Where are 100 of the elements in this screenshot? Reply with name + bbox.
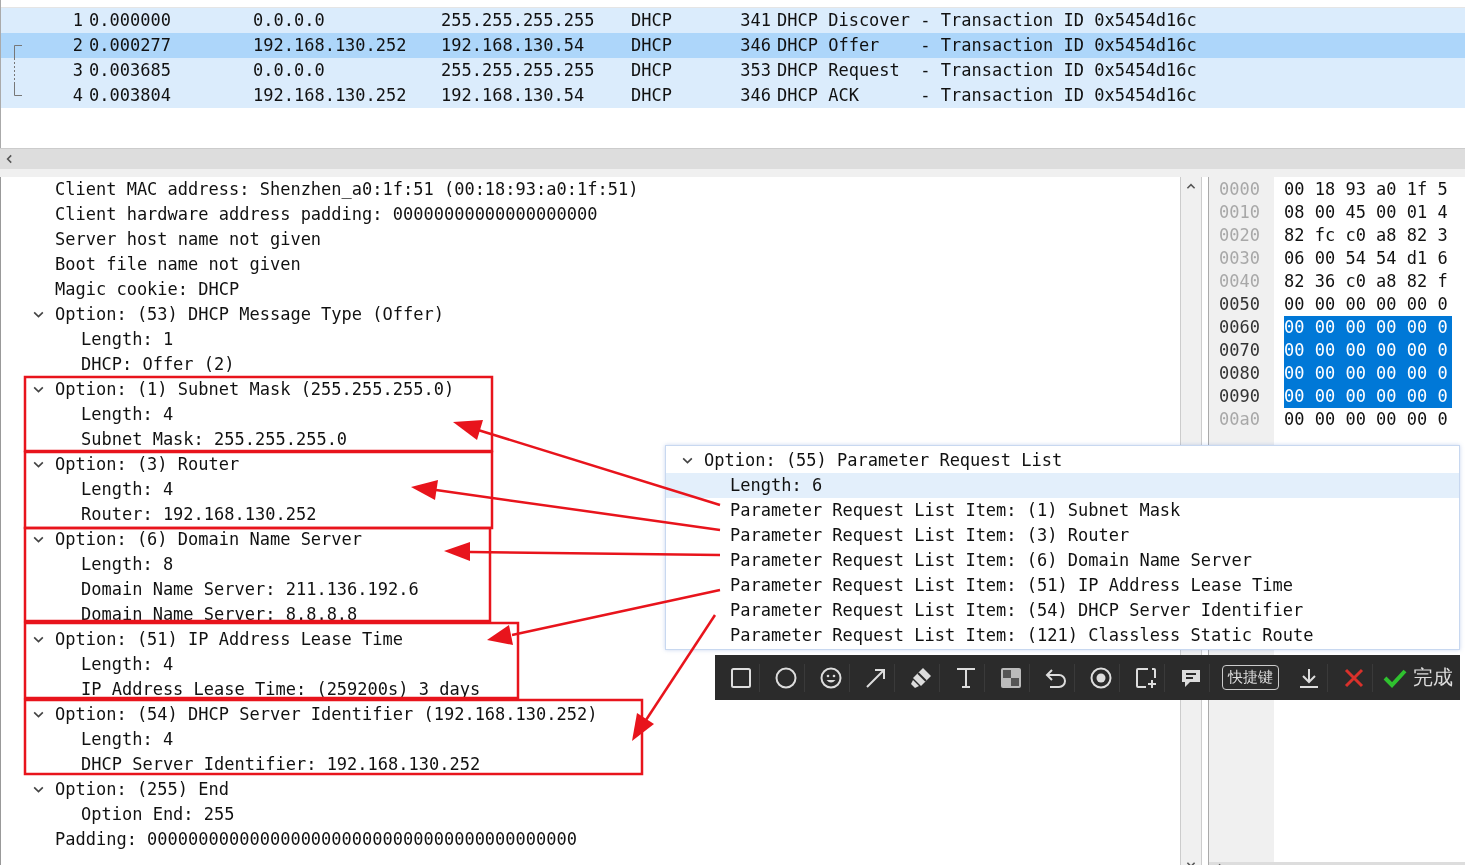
packet-protocol: DHCP — [631, 59, 673, 82]
packet-destination: 255.255.255.255 — [441, 59, 596, 82]
packet-time: 0.000000 — [88, 9, 172, 32]
packet-length: 341 — [739, 9, 771, 32]
hex-bytes: 82 fc c0 a8 82 3 — [1284, 224, 1448, 247]
tree-item-text: Parameter Request List Item: (3) Router — [730, 524, 1130, 547]
tree-item-text: Server host name not given — [55, 228, 322, 251]
tree-item-text: Parameter Request List Item: (6) Domain Name Server — [730, 549, 1252, 572]
hex-offset: 0010 — [1218, 201, 1261, 224]
tree-item-text: Length: 4 — [81, 728, 174, 751]
tree-row[interactable]: Subnet Mask: 255.255.255.0 — [55, 427, 348, 452]
packet-row[interactable]: 3 0.003685 0.0.0.0 255.255.255.255 DHCP 353 DHCP Request - Transaction ID 0x5454d16c — [1, 58, 1465, 83]
tree-row[interactable]: Length: 4 — [55, 727, 174, 752]
packet-length: 346 — [739, 84, 771, 107]
tree-item-text: Magic cookie: DHCP — [55, 278, 240, 301]
tree-item-text: Router: 192.168.130.252 — [81, 503, 317, 526]
tree-item-text: Option End: 255 — [81, 803, 235, 826]
tree-item-text: Parameter Request List Item: (54) DHCP Server Identifier — [730, 599, 1304, 622]
hex-bytes: 00 18 93 a0 1f 5 — [1284, 178, 1448, 201]
tree-row[interactable]: Magic cookie: DHCP — [29, 277, 240, 302]
packet-info: DHCP ACK - Transaction ID 0x5454d16c — [776, 84, 1197, 107]
tree-item-text: Length: 8 — [81, 553, 174, 576]
hex-bytes: 00 00 00 00 00 0 — [1284, 385, 1452, 408]
popup-tree-row[interactable]: Parameter Request List Item: (3) Router — [704, 523, 1459, 548]
done-button[interactable]: 完成 — [1377, 664, 1459, 691]
packet-number: 2 — [71, 34, 83, 57]
popup-tree-row[interactable]: Parameter Request List Item: (54) DHCP Server Identifier — [704, 598, 1459, 623]
packet-info: DHCP Offer - Transaction ID 0x5454d16c — [776, 34, 1197, 57]
hex-offset: 00a0 — [1218, 408, 1261, 431]
tree-item-text: Option: (6) Domain Name Server — [55, 528, 363, 551]
popup-tree-row[interactable]: Length: 6 — [666, 473, 1459, 498]
packet-row[interactable]: 2 0.000277 192.168.130.252 192.168.130.54 DHCP 346 DHCP Offer - Transaction ID 0x5454d16c — [1, 33, 1465, 58]
horizontal-scrollbar[interactable] — [0, 148, 1465, 169]
packet-destination: 192.168.130.54 — [441, 34, 586, 57]
hex-offset: 0050 — [1218, 293, 1261, 316]
shortcut-button[interactable]: 快捷键 — [1222, 665, 1279, 690]
hex-bytes: 82 36 c0 a8 82 f — [1284, 270, 1448, 293]
hex-offset: 0040 — [1218, 270, 1261, 293]
tree-item-text: Boot file name not given — [55, 253, 301, 276]
tree-row[interactable]: Option: (255) End — [29, 777, 229, 802]
hex-bytes: 00 00 00 00 00 0 — [1284, 408, 1448, 431]
popup-tree-row[interactable]: Parameter Request List Item: (51) IP Address Lease Time — [704, 573, 1459, 598]
tree-row[interactable]: Length: 1 — [55, 327, 174, 352]
packet-protocol: DHCP — [631, 34, 673, 57]
hex-bytes: 00 00 00 00 00 0 — [1284, 362, 1452, 385]
tree-row[interactable]: DHCP: Offer (2) — [55, 352, 235, 377]
packet-time: 0.000277 — [88, 34, 172, 57]
popup-tree-row[interactable]: Parameter Request List Item: (1) Subnet Mask — [704, 498, 1459, 523]
hex-offset: 0060 — [1218, 316, 1261, 339]
hex-offset: 0090 — [1218, 385, 1261, 408]
tree-item-text: Parameter Request List Item: (121) Classless Static Route — [730, 624, 1314, 647]
hex-offset: 0000 — [1218, 178, 1261, 201]
tree-item-text: Option: (55) Parameter Request List — [704, 449, 1063, 472]
tree-row[interactable]: Domain Name Server: 8.8.8.8 — [55, 602, 358, 627]
tree-row[interactable]: Server host name not given — [29, 227, 322, 252]
packet-protocol: DHCP — [631, 9, 673, 32]
popup-tree-row[interactable]: Option: (55) Parameter Request List — [678, 448, 1459, 473]
packet-number: 1 — [71, 9, 83, 32]
tree-row[interactable]: Router: 192.168.130.252 — [55, 502, 317, 527]
packet-time: 0.003804 — [88, 84, 172, 107]
tree-item-text: Parameter Request List Item: (1) Subnet Mask — [730, 499, 1181, 522]
packet-source: 192.168.130.252 — [253, 84, 408, 107]
tree-row[interactable]: Boot file name not given — [29, 252, 301, 277]
packet-source: 0.0.0.0 — [253, 59, 326, 82]
tree-row[interactable]: Option: (6) Domain Name Server — [29, 527, 363, 552]
tree-row[interactable]: Length: 4 — [55, 652, 174, 677]
hex-offset: 0030 — [1218, 247, 1261, 270]
tree-item-text: Domain Name Server: 8.8.8.8 — [81, 603, 358, 626]
packet-length: 346 — [739, 34, 771, 57]
packet-protocol: DHCP — [631, 84, 673, 107]
packet-time: 0.003685 — [88, 59, 172, 82]
tree-item-text: Length: 1 — [81, 328, 174, 351]
popup-tree-row[interactable]: Parameter Request List Item: (6) Domain Name Server — [704, 548, 1459, 573]
packet-source: 192.168.130.252 — [253, 34, 408, 57]
tree-row[interactable]: Option: (3) Router — [29, 452, 240, 477]
tree-row[interactable]: Length: 4 — [55, 402, 174, 427]
packet-destination: 255.255.255.255 — [441, 9, 596, 32]
tree-row[interactable]: Length: 8 — [55, 552, 174, 577]
popup-tree-row[interactable]: Parameter Request List Item: (121) Classless Static Route — [704, 623, 1459, 648]
packet-info: DHCP Discover - Transaction ID 0x5454d16c — [776, 9, 1197, 32]
tree-row[interactable]: Option End: 255 — [55, 802, 235, 827]
packet-source: 0.0.0.0 — [253, 9, 326, 32]
packet-row[interactable]: 4 0.003804 192.168.130.252 192.168.130.54 DHCP 346 DHCP ACK - Transaction ID 0x5454d16c — [1, 83, 1465, 108]
tree-item-text: Length: 6 — [730, 474, 823, 497]
packet-length: 353 — [739, 59, 771, 82]
hex-bytes: 08 00 45 00 01 4 — [1284, 201, 1448, 224]
tree-item-text: Parameter Request List Item: (51) IP Address Lease Time — [730, 574, 1293, 597]
packet-row[interactable]: 1 0.000000 0.0.0.0 255.255.255.255 DHCP 341 DHCP Discover - Transaction ID 0x5454d16c — [1, 8, 1465, 33]
packet-destination: 192.168.130.54 — [441, 84, 586, 107]
hex-bytes: 00 00 00 00 00 0 — [1284, 339, 1452, 362]
tree-item-text: Length: 4 — [81, 653, 174, 676]
packet-number: 4 — [71, 84, 83, 107]
tree-item-text: Option: (3) Router — [55, 453, 240, 476]
hex-offset: 0070 — [1218, 339, 1261, 362]
tree-item-text: Subnet Mask: 255.255.255.0 — [81, 428, 348, 451]
hex-offset: 0080 — [1218, 362, 1261, 385]
tree-item-text: Length: 4 — [81, 403, 174, 426]
hex-offset: 0020 — [1218, 224, 1261, 247]
tree-row[interactable]: Length: 4 — [55, 477, 174, 502]
tree-item-text: DHCP: Offer (2) — [81, 353, 235, 376]
